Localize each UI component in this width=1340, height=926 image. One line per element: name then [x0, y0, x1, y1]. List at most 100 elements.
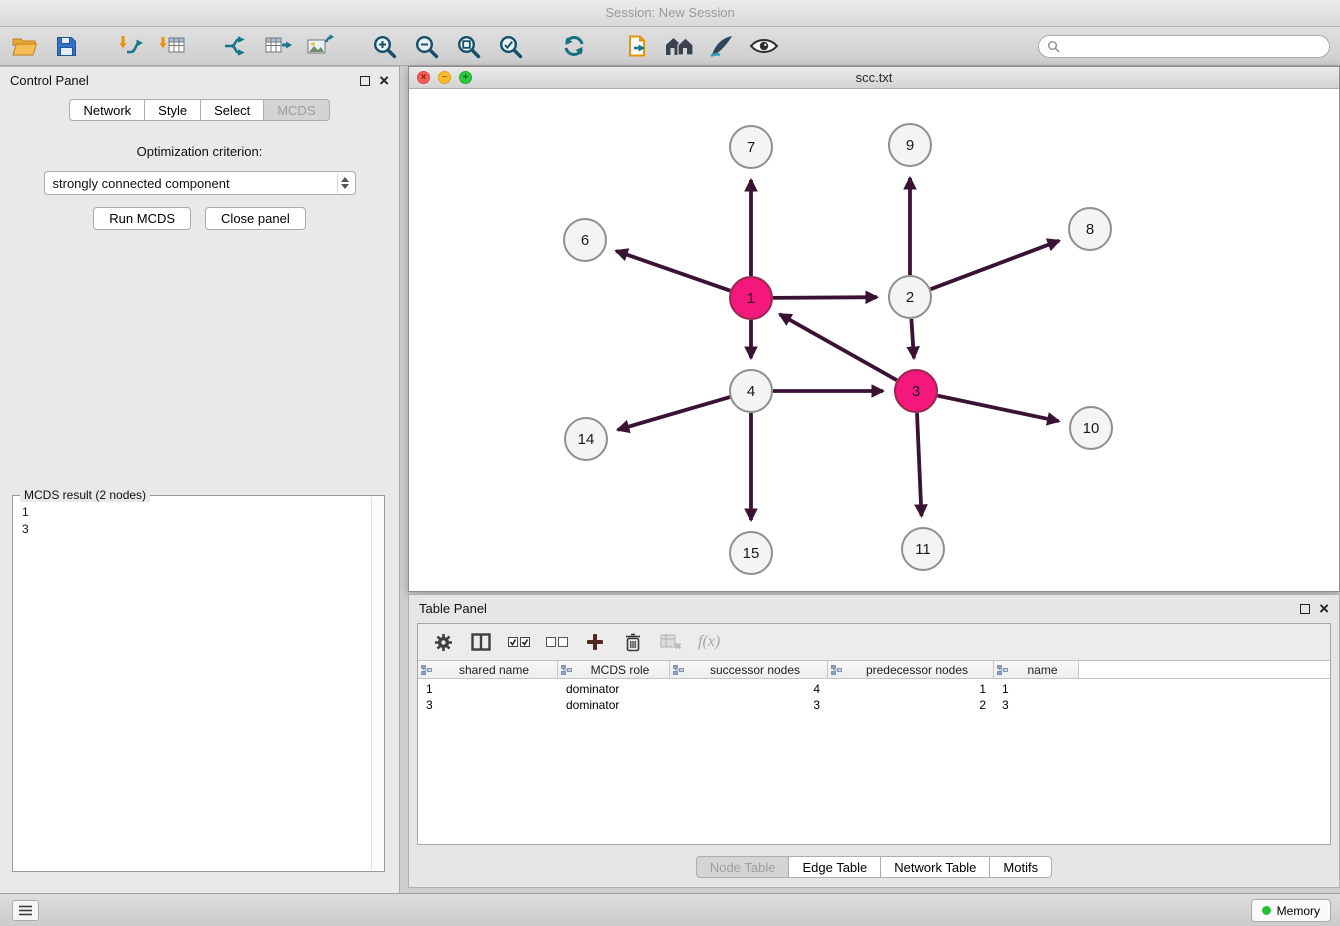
table-panel-float-icon[interactable] — [1300, 604, 1310, 614]
deselect-all-icon[interactable] — [540, 627, 574, 657]
column-header-label: successor nodes — [686, 663, 824, 677]
edge-3-to-11[interactable] — [917, 413, 922, 516]
graph-node-8[interactable]: 8 — [1069, 208, 1111, 250]
node-label: 4 — [747, 383, 755, 400]
dropdown-stepper-icon — [337, 173, 353, 193]
graph-node-11[interactable]: 11 — [902, 528, 944, 570]
edge-2-to-3[interactable] — [911, 319, 914, 358]
node-label: 2 — [906, 289, 914, 306]
add-row-icon[interactable] — [578, 627, 612, 657]
table-cell: dominator — [558, 697, 670, 713]
node-table-container: f(x) shared nameMCDS rolesuccessor nodes… — [417, 623, 1331, 845]
table-row[interactable]: 1dominator411 — [418, 681, 1330, 697]
cybrowser-home-icon[interactable] — [662, 30, 698, 62]
tab-style[interactable]: Style — [145, 99, 201, 121]
node-label: 6 — [581, 232, 589, 249]
column-tree-icon — [421, 665, 432, 675]
graph-node-15[interactable]: 15 — [730, 532, 772, 574]
graph-node-6[interactable]: 6 — [564, 219, 606, 261]
table-panel-close-icon[interactable]: × — [1319, 602, 1329, 616]
network-window-titlebar[interactable]: × − + scc.txt — [409, 67, 1339, 89]
node-label: 1 — [747, 290, 755, 307]
control-panel-float-icon[interactable] — [360, 76, 370, 86]
open-session-icon[interactable] — [6, 30, 42, 62]
show-graphics-details-eye-icon[interactable] — [746, 30, 782, 62]
tab-network-table[interactable]: Network Table — [881, 856, 990, 878]
zoom-window-icon[interactable]: + — [459, 71, 472, 84]
mcds-result-box: MCDS result (2 nodes) 13 — [12, 495, 385, 872]
refresh-view-icon[interactable] — [556, 30, 592, 62]
column-selector-icon[interactable] — [464, 627, 498, 657]
edge-4-to-14[interactable] — [618, 397, 730, 430]
graph-node-1[interactable]: 1 — [730, 277, 772, 319]
column-header-label: name — [1010, 663, 1075, 677]
graph-node-7[interactable]: 7 — [730, 126, 772, 168]
zoom-out-icon[interactable] — [408, 30, 444, 62]
network-canvas[interactable]: 7 9 6 8 1 2 4 3 14 10 15 11 — [409, 89, 1339, 591]
tab-mcds[interactable]: MCDS — [264, 99, 329, 121]
edge-3-to-10[interactable] — [938, 396, 1059, 422]
table-header-row: shared nameMCDS role successor nodes prede… — [418, 661, 1330, 679]
run-mcds-button[interactable]: Run MCDS — [93, 207, 191, 230]
delete-row-icon[interactable] — [616, 627, 650, 657]
node-label: 11 — [915, 541, 931, 558]
graph-node-9[interactable]: 9 — [889, 124, 931, 166]
titlebar: Session: New Session — [0, 0, 1340, 27]
import-table-icon[interactable] — [154, 30, 190, 62]
graph-node-4[interactable]: 4 — [730, 370, 772, 412]
zoom-fit-icon[interactable] — [450, 30, 486, 62]
main-toolbar — [0, 27, 1340, 66]
export-table-icon[interactable] — [260, 30, 296, 62]
zoom-in-icon[interactable] — [366, 30, 402, 62]
column-header-name[interactable]: name — [994, 661, 1079, 678]
tab-node-table[interactable]: Node Table — [696, 856, 790, 878]
column-tree-icon — [831, 665, 842, 675]
search-input[interactable] — [1065, 39, 1321, 54]
node-label: 15 — [743, 545, 760, 562]
column-header-shared-name[interactable]: shared name — [418, 661, 558, 678]
close-window-icon[interactable]: × — [417, 71, 430, 84]
column-header-label: predecessor nodes — [844, 663, 990, 677]
close-panel-button[interactable]: Close panel — [205, 207, 306, 230]
column-header-successor-nodes[interactable]: successor nodes — [670, 661, 828, 678]
edge-1-to-6[interactable] — [616, 251, 730, 291]
graph-node-10[interactable]: 10 — [1070, 407, 1112, 449]
graph-node-14[interactable]: 14 — [565, 418, 607, 460]
control-panel-buttons: Run MCDS Close panel — [0, 207, 399, 230]
save-session-icon[interactable] — [48, 30, 84, 62]
zoom-selected-icon[interactable] — [492, 30, 528, 62]
node-label: 8 — [1086, 221, 1094, 238]
edge-3-to-1[interactable] — [780, 314, 897, 380]
graph-node-3[interactable]: 3 — [895, 370, 937, 412]
node-label: 7 — [747, 139, 755, 156]
column-header-predecessor-nodes[interactable]: predecessor nodes — [828, 661, 994, 678]
criterion-dropdown[interactable]: strongly connected component — [44, 171, 356, 195]
tab-network[interactable]: Network — [69, 99, 145, 121]
export-network-icon[interactable] — [218, 30, 254, 62]
import-network-icon[interactable] — [112, 30, 148, 62]
tab-select[interactable]: Select — [201, 99, 264, 121]
table-settings-gear-icon[interactable] — [426, 627, 460, 657]
control-panel-close-icon[interactable]: × — [379, 74, 389, 88]
table-panel: Table Panel × — [408, 594, 1340, 888]
memory-button[interactable]: Memory — [1251, 899, 1331, 922]
panel-menu-icon[interactable] — [12, 900, 39, 921]
tab-edge-table[interactable]: Edge Table — [789, 856, 881, 878]
node-label: 9 — [906, 137, 914, 154]
window-controls: × − + — [417, 71, 472, 84]
tab-motifs[interactable]: Motifs — [990, 856, 1052, 878]
select-all-icon[interactable] — [502, 627, 536, 657]
table-cell: dominator — [558, 681, 670, 697]
table-row[interactable]: 3dominator323 — [418, 697, 1330, 713]
duplicate-network-icon[interactable] — [620, 30, 656, 62]
edge-2-to-8[interactable] — [931, 241, 1060, 290]
column-header-MCDS-role[interactable]: MCDS role — [558, 661, 670, 678]
result-scrollbar[interactable] — [371, 497, 383, 870]
apply-style-brush-icon[interactable] — [704, 30, 740, 62]
graph-node-2[interactable]: 2 — [889, 276, 931, 318]
search-field[interactable] — [1038, 35, 1330, 58]
edge-1-to-2[interactable] — [773, 297, 877, 298]
minimize-window-icon[interactable]: − — [438, 71, 451, 84]
export-image-icon[interactable] — [302, 30, 338, 62]
window-title: Session: New Session — [605, 5, 734, 20]
